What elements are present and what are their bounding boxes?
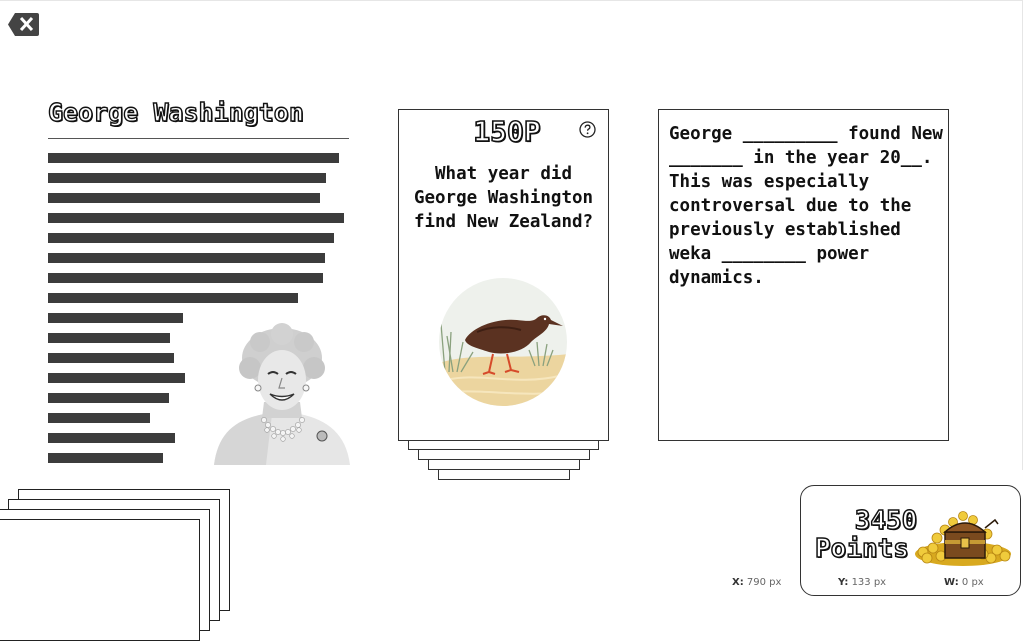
text-placeholder-bar — [48, 413, 150, 423]
question-card[interactable]: 150P What year did George Washington fin… — [398, 109, 609, 441]
text-placeholder-bar — [48, 193, 320, 203]
text-placeholder-bar — [48, 373, 185, 383]
portrait-photo — [212, 322, 352, 465]
text-placeholder-bar — [48, 393, 169, 403]
text-placeholder-bar — [48, 153, 339, 163]
text-placeholder-bar — [48, 333, 170, 343]
back-close-icon — [8, 13, 39, 36]
treasure-chest-icon — [913, 504, 1015, 566]
paper-stack-sheet — [0, 519, 200, 641]
status-x: X: 790 px — [732, 577, 782, 588]
question-text: What year did George Washington find New… — [413, 164, 594, 232]
points-label: Points — [814, 534, 909, 564]
text-placeholder-bar — [48, 313, 183, 323]
back-button[interactable] — [8, 12, 39, 37]
top-border — [0, 0, 1023, 1]
weka-bird-illustration — [437, 276, 569, 408]
status-w: W: 0 px — [944, 577, 984, 588]
text-placeholder-bar — [48, 433, 175, 443]
title-divider — [48, 138, 349, 139]
text-placeholder-bar — [48, 453, 163, 463]
fill-in-card[interactable]: George _________ found New _______ in th… — [658, 109, 949, 441]
question-circle-icon[interactable] — [579, 121, 596, 138]
text-placeholder-bar — [48, 353, 174, 363]
points-panel: 3450 Points — [800, 485, 1021, 596]
text-placeholder-bar — [48, 213, 344, 223]
text-placeholder-bar — [48, 253, 325, 263]
text-placeholder-bar — [48, 233, 334, 243]
text-placeholder-bar — [48, 173, 326, 183]
fill-in-text: George _________ found New _______ in th… — [669, 124, 954, 288]
status-y: Y: 133 px — [838, 577, 887, 588]
text-placeholder-bar — [48, 293, 298, 303]
text-placeholder-bar — [48, 273, 323, 283]
article-title: George Washington — [47, 97, 304, 127]
